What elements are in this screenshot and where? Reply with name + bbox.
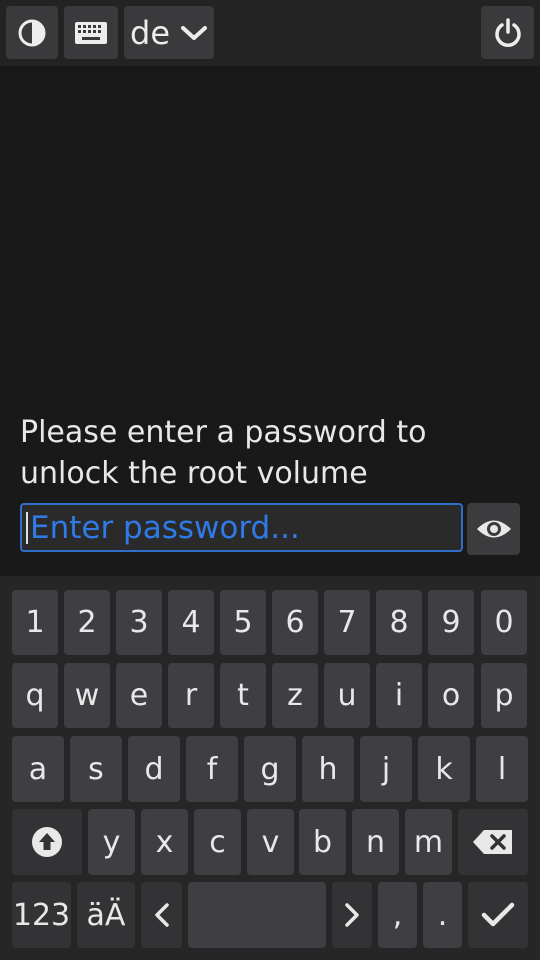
eye-icon <box>476 520 511 538</box>
umlaut-key[interactable]: äÄ <box>77 882 135 948</box>
on-screen-keyboard: 1 2 3 4 5 6 7 8 9 0 q w e r t z u i o p … <box>0 576 540 960</box>
key-6[interactable]: 6 <box>272 590 318 655</box>
key-r[interactable]: r <box>168 663 214 728</box>
key-b[interactable]: b <box>299 809 346 875</box>
key-q[interactable]: q <box>12 663 58 728</box>
key-p[interactable]: p <box>481 663 527 728</box>
key-w[interactable]: w <box>64 663 110 728</box>
cursor-left-key[interactable] <box>141 882 182 948</box>
key-a[interactable]: a <box>12 736 64 802</box>
key-i[interactable]: i <box>376 663 422 728</box>
power-icon <box>494 17 521 47</box>
cursor-right-key[interactable] <box>332 882 372 948</box>
show-password-button[interactable] <box>467 503 520 555</box>
key-v[interactable]: v <box>247 809 294 875</box>
key-l[interactable]: l <box>476 736 528 802</box>
password-placeholder: Enter password... <box>30 509 300 546</box>
key-3[interactable]: 3 <box>116 590 162 655</box>
key-f[interactable]: f <box>186 736 238 802</box>
space-key[interactable] <box>188 882 326 948</box>
key-g[interactable]: g <box>244 736 296 802</box>
backspace-key[interactable] <box>458 809 528 875</box>
key-h[interactable]: h <box>302 736 354 802</box>
numbers-key[interactable]: 123 <box>12 882 71 948</box>
key-5[interactable]: 5 <box>220 590 266 655</box>
power-button[interactable] <box>481 6 534 59</box>
key-t[interactable]: t <box>220 663 266 728</box>
key-k[interactable]: k <box>418 736 470 802</box>
layout-label: de <box>130 13 170 52</box>
chevron-right-icon <box>345 903 359 927</box>
chevron-down-icon <box>181 25 207 40</box>
key-s[interactable]: s <box>70 736 122 802</box>
key-comma[interactable]: , <box>378 882 417 948</box>
key-u[interactable]: u <box>324 663 370 728</box>
key-j[interactable]: j <box>360 736 412 802</box>
shift-key[interactable] <box>12 809 82 875</box>
shift-icon <box>32 827 62 857</box>
key-o[interactable]: o <box>428 663 474 728</box>
password-prompt: Please enter a password to unlock the ro… <box>20 415 427 491</box>
theme-toggle-button[interactable] <box>6 6 58 59</box>
password-input[interactable]: Enter password... <box>20 503 463 552</box>
contrast-icon <box>18 19 46 46</box>
key-2[interactable]: 2 <box>64 590 110 655</box>
key-d[interactable]: d <box>128 736 180 802</box>
key-x[interactable]: x <box>141 809 188 875</box>
key-period[interactable]: . <box>423 882 462 948</box>
chevron-left-icon <box>154 903 169 927</box>
text-caret <box>26 511 28 544</box>
key-7[interactable]: 7 <box>324 590 370 655</box>
key-m[interactable]: m <box>405 809 452 875</box>
key-8[interactable]: 8 <box>376 590 422 655</box>
key-4[interactable]: 4 <box>168 590 214 655</box>
key-c[interactable]: c <box>194 809 241 875</box>
key-0[interactable]: 0 <box>481 590 527 655</box>
keyboard-icon <box>75 21 107 44</box>
top-bar: de <box>0 0 540 66</box>
key-1[interactable]: 1 <box>12 590 58 655</box>
enter-key[interactable] <box>468 882 528 948</box>
backspace-icon <box>473 830 512 854</box>
keyboard-layout-dropdown[interactable]: de <box>124 6 214 59</box>
checkmark-icon <box>481 902 515 927</box>
keyboard-toggle-button[interactable] <box>64 6 118 59</box>
key-z[interactable]: z <box>272 663 318 728</box>
key-e[interactable]: e <box>116 663 162 728</box>
key-n[interactable]: n <box>352 809 399 875</box>
key-9[interactable]: 9 <box>428 590 474 655</box>
key-y[interactable]: y <box>88 809 135 875</box>
